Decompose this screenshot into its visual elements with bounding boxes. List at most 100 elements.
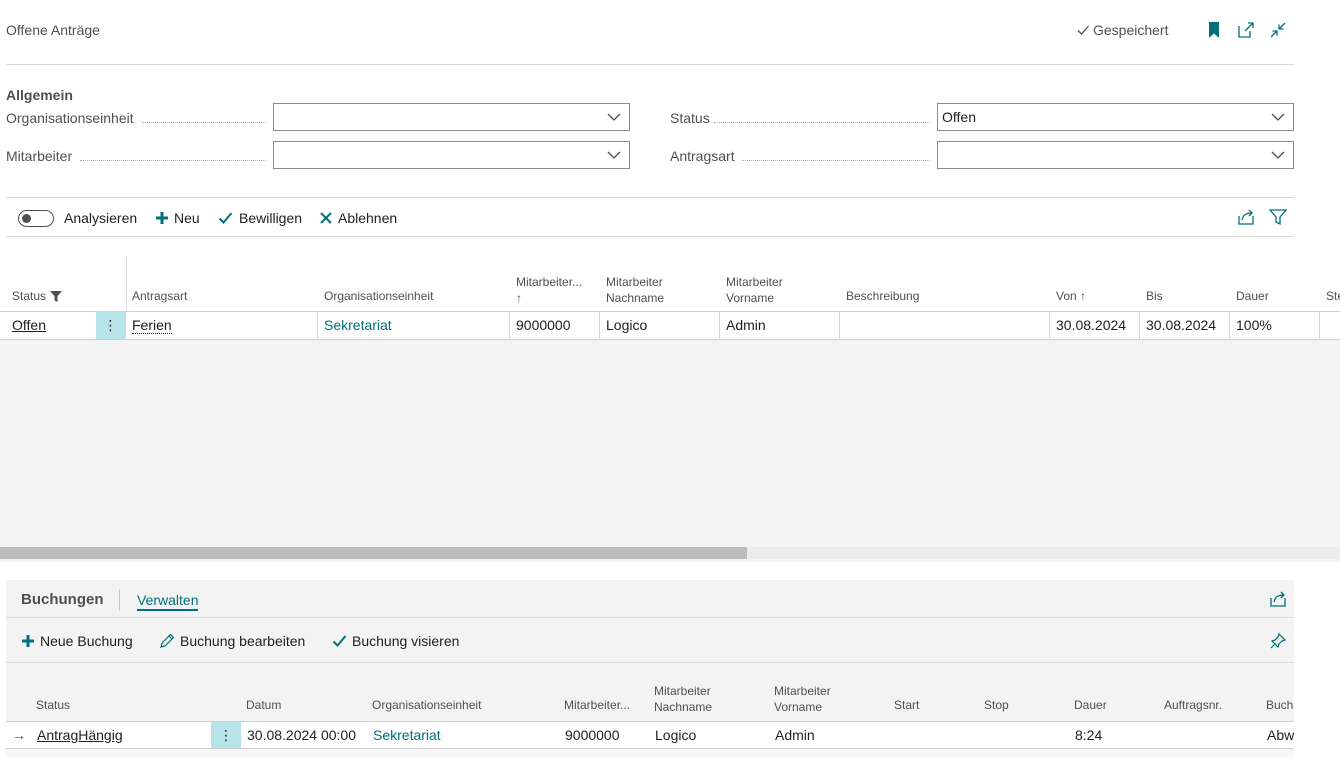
pencil-icon <box>160 633 175 648</box>
analyze-toggle[interactable]: Analysieren <box>18 208 137 228</box>
status-field-select[interactable]: Offen <box>937 103 1294 131</box>
column-header-nachname[interactable]: Mitarbeiter Nachname <box>606 274 664 306</box>
list-empty-area <box>0 340 1340 562</box>
new-booking-label: Neue Buchung <box>40 633 133 649</box>
cell-orgeinheit[interactable]: Sekretariat <box>318 312 510 339</box>
plus-icon <box>22 635 34 647</box>
scrollbar-thumb[interactable] <box>0 547 747 559</box>
share-icon[interactable] <box>1236 207 1256 227</box>
reject-label: Ablehnen <box>338 210 398 226</box>
org-field-label: Organisationseinheit <box>6 110 134 126</box>
column-header-dauer[interactable]: Dauer <box>1236 288 1269 304</box>
column-header-datum[interactable]: Datum <box>246 697 281 713</box>
column-header-status[interactable]: Status <box>36 697 70 713</box>
new-button[interactable]: Neu <box>156 208 200 228</box>
cell-auftragsnr <box>1165 722 1263 748</box>
status-link[interactable]: Offen <box>12 317 46 333</box>
share-icon[interactable] <box>1268 589 1288 609</box>
column-header-orgeinheit[interactable]: Organisationseinheit <box>324 288 433 304</box>
table-row[interactable]: → AntragHängig ⋮ 30.08.2024 00:00 Sekret… <box>6 721 1294 749</box>
row-menu-icon[interactable]: ⋮ <box>96 312 126 339</box>
approve-booking-label: Buchung visieren <box>352 633 460 649</box>
cell-start <box>895 722 983 748</box>
row-menu-icon[interactable]: ⋮ <box>211 722 241 748</box>
reject-button[interactable]: Ablehnen <box>320 208 397 228</box>
org-field-select[interactable] <box>273 103 630 131</box>
approve-button[interactable]: Bewilligen <box>218 208 302 228</box>
edit-booking-button[interactable]: Buchung bearbeiten <box>159 633 305 649</box>
toolbar-divider <box>6 236 1294 237</box>
cell-orgeinheit[interactable]: Sekretariat <box>373 722 563 748</box>
column-header-truncated[interactable]: Ste <box>1326 288 1340 304</box>
chevron-down-icon <box>607 113 621 121</box>
column-header-line: Mitarbeiter <box>654 684 711 698</box>
collapse-icon[interactable] <box>1268 20 1288 40</box>
analyze-label: Analysieren <box>64 210 138 226</box>
column-header-start[interactable]: Start <box>894 697 919 713</box>
close-icon <box>320 212 332 224</box>
chevron-down-icon <box>1271 113 1285 121</box>
bookings-title: Buchungen <box>21 591 104 608</box>
column-header-stop[interactable]: Stop <box>984 697 1009 713</box>
dotted-leader <box>142 122 266 123</box>
header-actions: Gespeichert <box>1000 20 1340 42</box>
new-label: Neu <box>174 210 200 226</box>
column-header-bis[interactable]: Bis <box>1146 288 1163 304</box>
column-header-vorname[interactable]: Mitarbeiter Vorname <box>726 274 783 306</box>
column-header-line: Mitarbeiter... <box>516 275 583 289</box>
column-header-nachname[interactable]: Mitarbeiter Nachname <box>654 683 712 715</box>
column-header-truncated[interactable]: Buchu <box>1266 697 1294 713</box>
cell-dauer: 8:24 <box>1075 727 1103 743</box>
column-header-von[interactable]: Von ↑ <box>1056 288 1086 304</box>
status-field-value: Offen <box>942 109 976 125</box>
column-separator <box>126 256 127 311</box>
edit-booking-label: Buchung bearbeiten <box>180 633 306 649</box>
cell-status[interactable]: AntragHängig <box>37 722 211 748</box>
column-header-vorname[interactable]: Mitarbeiter Vorname <box>774 683 831 715</box>
filter-active-icon <box>50 290 63 302</box>
tab-verwalten[interactable]: Verwalten <box>137 592 199 611</box>
cell-beschreibung <box>840 312 1050 339</box>
column-header-line: Mitarbeiter <box>606 275 663 289</box>
cell-truncated: Abw <box>1267 727 1294 743</box>
dotted-leader <box>80 160 266 161</box>
column-header-beschreibung[interactable]: Beschreibung <box>846 288 919 304</box>
status-link[interactable]: AntragHängig <box>37 727 123 743</box>
column-header-antragsart[interactable]: Antragsart <box>132 288 187 304</box>
bookmark-icon[interactable] <box>1204 20 1224 40</box>
saved-label: Gespeichert <box>1093 22 1169 38</box>
filter-icon[interactable] <box>1268 207 1288 227</box>
chevron-down-icon <box>1271 151 1285 159</box>
approve-booking-button[interactable]: Buchung visieren <box>332 633 459 649</box>
dotted-leader <box>714 122 930 123</box>
column-header-line: Vorname <box>726 291 775 305</box>
column-header-orgeinheit[interactable]: Organisationseinheit <box>372 697 481 713</box>
cell-dauer: 100% <box>1230 312 1320 339</box>
bookings-toolbar: Neue Buchung Buchung bearbeiten Buchung … <box>6 619 1294 663</box>
checkmark-icon <box>218 212 233 224</box>
cell-status[interactable]: Offen <box>6 312 96 339</box>
cell-bis: 30.08.2024 <box>1140 312 1230 339</box>
antragsart-value[interactable]: Ferien <box>132 317 172 334</box>
checkmark-icon <box>1077 25 1089 35</box>
new-booking-button[interactable]: Neue Buchung <box>22 633 133 649</box>
column-header-dauer[interactable]: Dauer <box>1074 697 1107 713</box>
pin-icon[interactable] <box>1268 631 1288 651</box>
open-new-window-icon[interactable] <box>1236 20 1256 40</box>
toggle-switch-icon <box>18 209 54 227</box>
column-header-status[interactable]: Status <box>12 288 63 304</box>
column-header-line: Mitarbeiter <box>774 684 831 698</box>
cell-antragsart[interactable]: Ferien <box>126 312 318 339</box>
column-header-mitarbeiter[interactable]: Mitarbeiter... <box>564 697 630 713</box>
column-header-mitarbeiter[interactable]: Mitarbeiter... ↑ <box>516 274 582 306</box>
bookings-tab-bar: Buchungen Verwalten <box>6 580 1294 618</box>
cell-vorname: Admin <box>775 727 815 743</box>
page-title: Offene Anträge <box>6 22 100 38</box>
column-header-auftragsnr[interactable]: Auftragsnr. <box>1164 697 1222 713</box>
type-field-select[interactable] <box>937 141 1294 169</box>
table-row[interactable]: Offen ⋮ Ferien Sekretariat 9000000 Logic… <box>0 311 1340 340</box>
column-header-line: Mitarbeiter <box>726 275 783 289</box>
column-header-line: Nachname <box>606 291 665 305</box>
cell-datum: 30.08.2024 00:00 <box>247 727 356 743</box>
employee-field-select[interactable] <box>273 141 630 169</box>
